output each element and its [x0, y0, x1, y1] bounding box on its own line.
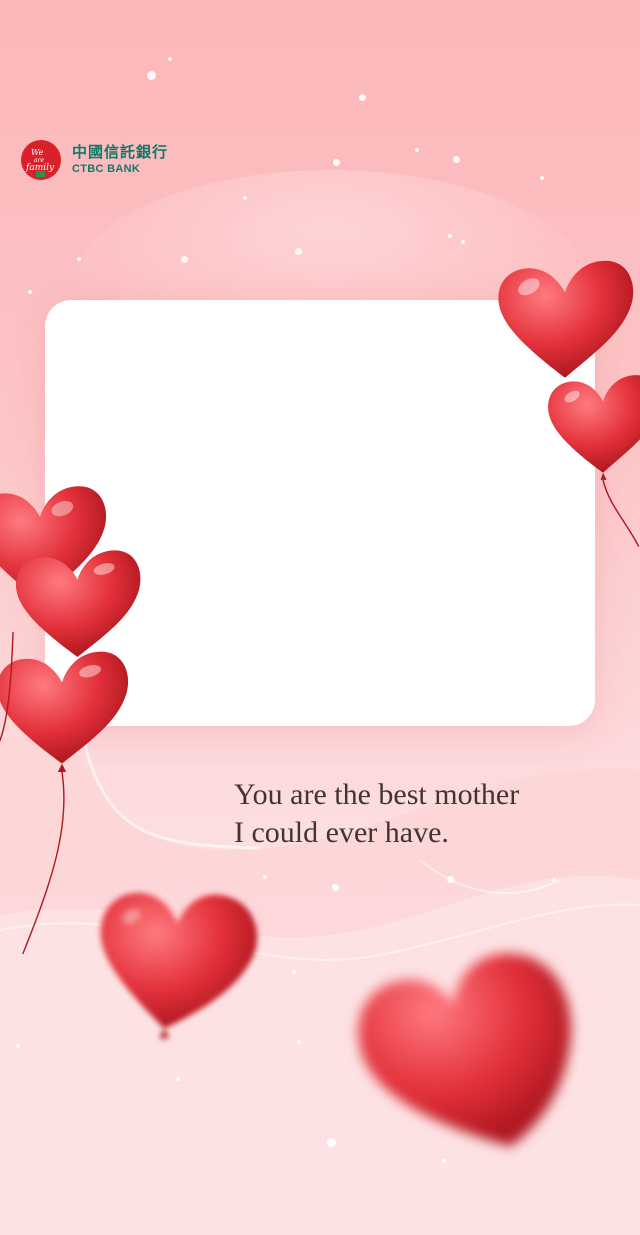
svg-text:We: We — [31, 148, 44, 157]
snow-dot — [297, 1040, 301, 1044]
snow-dot — [263, 875, 267, 879]
brand-name-cn: 中國信託銀行 — [72, 143, 169, 161]
snow-dot — [181, 256, 188, 263]
snow-dot — [447, 876, 454, 883]
snow-dot — [176, 1077, 180, 1081]
snow-dot — [540, 176, 544, 180]
snow-dot — [453, 156, 460, 163]
heart-balloon-icon — [350, 945, 580, 1160]
heart-balloon-icon — [490, 255, 640, 385]
snow-dot — [552, 878, 556, 882]
snow-dot — [147, 71, 156, 80]
greeting-message: You are the best mother I could ever hav… — [234, 776, 614, 852]
snow-dot — [332, 884, 339, 891]
we-are-family-logo-icon: We are family — [20, 139, 62, 181]
snow-dot — [415, 148, 419, 152]
snow-dot — [448, 234, 452, 238]
greeting-line-1: You are the best mother — [234, 778, 520, 811]
heart-balloon-icon — [543, 368, 640, 547]
snow-dot — [461, 240, 465, 244]
snow-dot — [77, 257, 81, 261]
snow-dot — [327, 1138, 336, 1147]
card-canvas: We are family 中國信託銀行 CTBC BANK You are t… — [0, 0, 640, 1235]
snow-dot — [359, 94, 366, 101]
greeting-line-2: I could ever have. — [234, 816, 449, 849]
heart-balloon-icon — [95, 880, 260, 1040]
snow-dot — [168, 57, 172, 61]
snow-dot — [333, 159, 340, 166]
brand-logo: We are family 中國信託銀行 CTBC BANK — [20, 139, 168, 181]
brand-name: 中國信託銀行 CTBC BANK — [72, 145, 168, 175]
snow-dot — [243, 196, 247, 200]
snow-dot — [28, 290, 32, 294]
snow-dot — [295, 248, 302, 255]
snow-dot — [16, 1044, 20, 1048]
snow-dot — [292, 970, 296, 974]
brand-name-en: CTBC BANK — [72, 163, 141, 175]
